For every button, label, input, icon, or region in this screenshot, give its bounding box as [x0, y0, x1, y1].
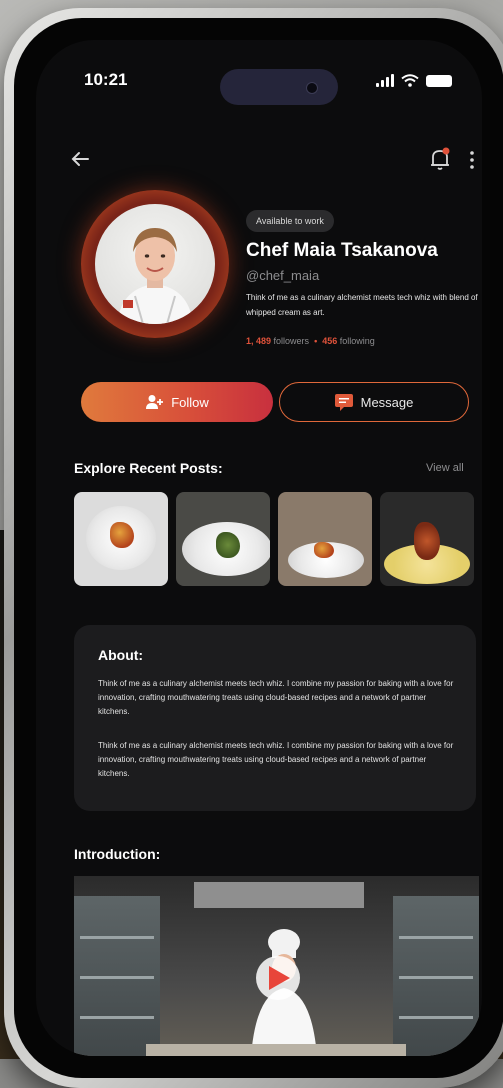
add-user-icon	[146, 395, 164, 409]
signal-icon	[376, 74, 394, 87]
avatar-ring	[81, 190, 229, 338]
bell-icon[interactable]	[428, 146, 452, 172]
chat-icon	[334, 393, 353, 411]
about-paragraph: Think of me as a culinary alchemist meet…	[98, 741, 454, 778]
posts-carousel	[74, 492, 482, 586]
post-thumbnail[interactable]	[380, 492, 474, 586]
camera-lens	[306, 82, 318, 94]
followers-count[interactable]: 1, 489	[246, 336, 271, 346]
about-title: About:	[98, 647, 144, 663]
avatar[interactable]	[95, 204, 215, 324]
stats-separator: •	[314, 336, 318, 346]
play-button[interactable]	[256, 956, 300, 1000]
status-icons	[376, 74, 452, 87]
status-badge: Available to work	[246, 210, 334, 232]
followers-label[interactable]: followers	[274, 336, 310, 346]
profile-bio: Think of me as a culinary alchemist meet…	[246, 293, 478, 317]
post-thumbnail[interactable]	[278, 492, 372, 586]
introduction-title: Introduction:	[74, 846, 161, 862]
about-paragraph: Think of me as a culinary alchemist meet…	[98, 679, 454, 716]
message-button[interactable]: Message	[279, 382, 469, 422]
profile-handle: @chef_maia	[246, 268, 320, 283]
kitchen-shelf	[74, 896, 160, 1056]
profile-stats: 1, 489 followers • 456 following	[246, 336, 375, 346]
following-count[interactable]: 456	[322, 336, 337, 346]
back-arrow-icon[interactable]	[68, 146, 94, 172]
posts-section-title: Explore Recent Posts:	[74, 460, 223, 476]
message-button-label: Message	[360, 394, 414, 410]
kitchen-hood	[194, 882, 364, 908]
post-thumbnail[interactable]	[74, 492, 168, 586]
battery-icon	[426, 75, 452, 87]
follow-button[interactable]: Follow	[81, 382, 273, 422]
phone-frame: 10:21 Available to work Chef Maia Tsakan…	[4, 8, 503, 1088]
kitchen-shelf	[393, 896, 479, 1056]
play-icon	[269, 966, 290, 990]
profile-name: Chef Maia Tsakanova	[246, 240, 438, 261]
intro-video[interactable]	[74, 876, 479, 1056]
phone-bezel: 10:21 Available to work Chef Maia Tsakan…	[14, 18, 503, 1078]
kitchen-counter	[146, 1044, 406, 1056]
wifi-icon	[401, 74, 419, 87]
status-time: 10:21	[84, 70, 128, 89]
about-card: About: Think of me as a culinary alchemi…	[74, 625, 476, 811]
following-label[interactable]: following	[340, 336, 375, 346]
kebab-menu-icon[interactable]	[466, 148, 478, 172]
post-thumbnail[interactable]	[176, 492, 270, 586]
chef-portrait-image	[117, 228, 193, 324]
app-screen: 10:21 Available to work Chef Maia Tsakan…	[36, 40, 482, 1056]
follow-button-label: Follow	[171, 394, 209, 410]
dynamic-island	[220, 69, 338, 105]
view-all-link[interactable]: View all	[426, 462, 464, 474]
